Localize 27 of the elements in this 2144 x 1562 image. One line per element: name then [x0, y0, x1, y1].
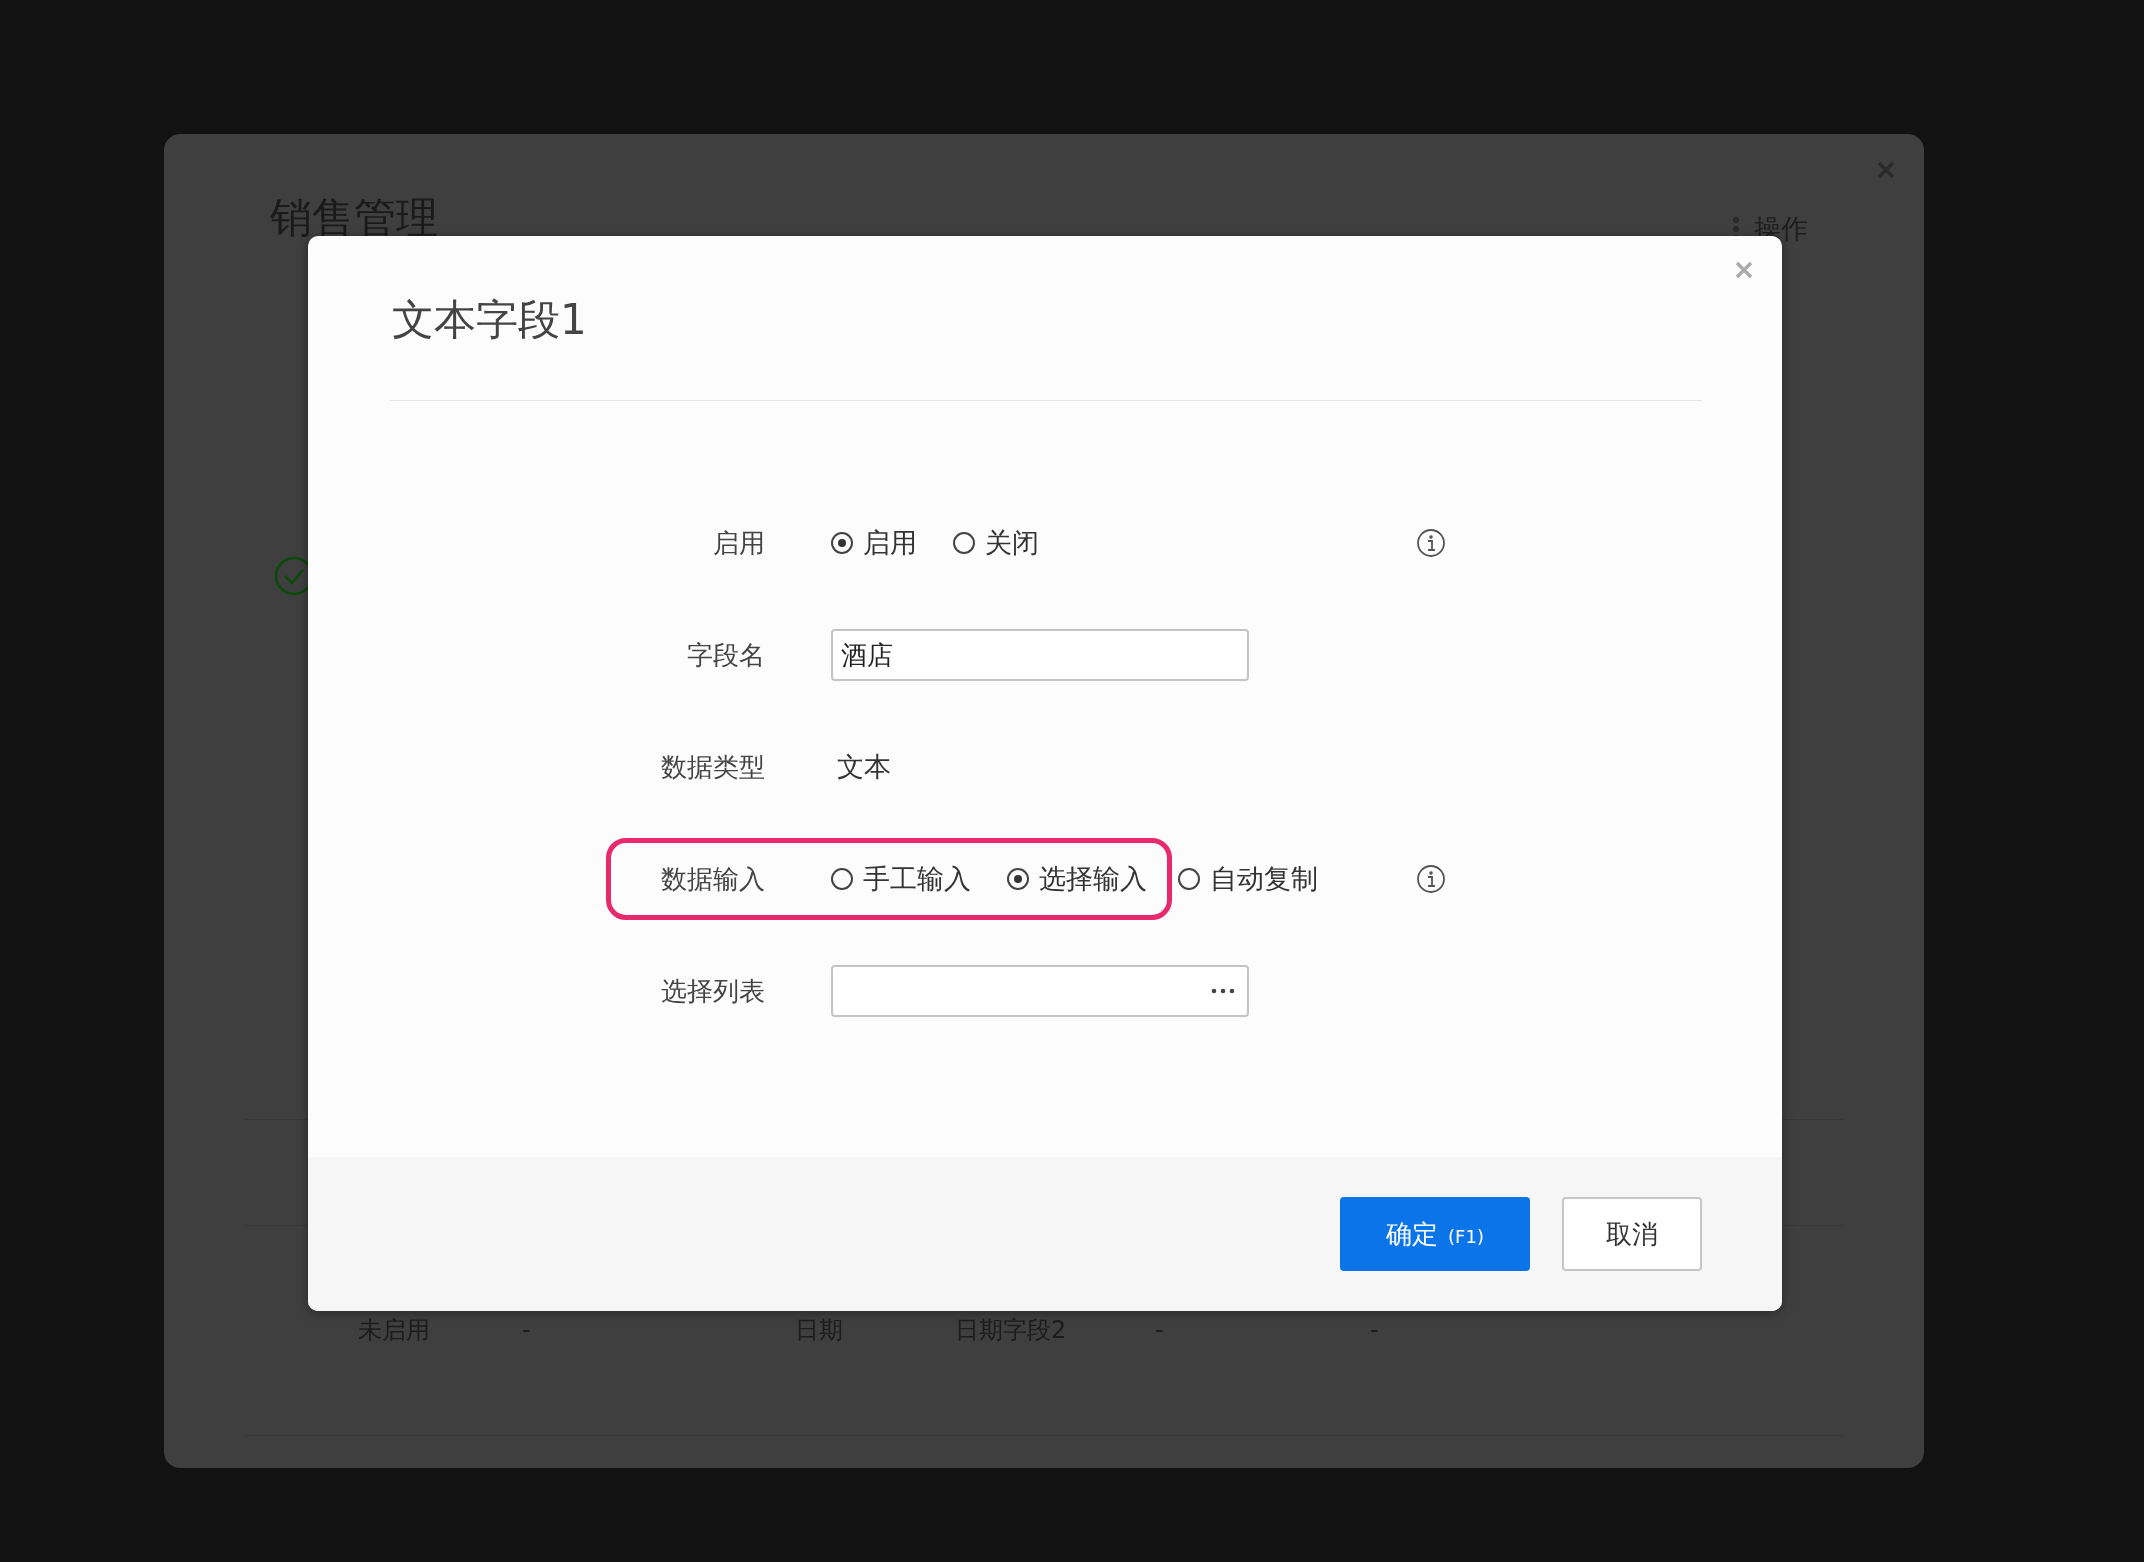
- radio-option[interactable]: 手工输入: [831, 861, 971, 897]
- radio-icon[interactable]: [831, 532, 853, 554]
- table-cell-text: -: [522, 1316, 532, 1344]
- select-list-field[interactable]: [831, 965, 1249, 1017]
- radio-option[interactable]: 关闭: [953, 525, 1039, 561]
- radio-option[interactable]: 选择输入: [1007, 861, 1147, 897]
- info-icon[interactable]: [1416, 528, 1446, 558]
- dialog-title: 文本字段1: [392, 295, 587, 344]
- table-cell-text: -: [1370, 1316, 1380, 1344]
- cancel-button[interactable]: 取消: [1562, 1197, 1702, 1271]
- radio-icon[interactable]: [953, 532, 975, 554]
- info-icon[interactable]: [1416, 864, 1446, 894]
- field-label: 数据输入: [660, 862, 765, 896]
- confirm-button[interactable]: 确定 (F1): [1340, 1197, 1530, 1271]
- radio-icon[interactable]: [1007, 868, 1029, 890]
- radio-option[interactable]: 自动复制: [1178, 861, 1318, 897]
- radio-icon[interactable]: [831, 868, 853, 890]
- field-label: 选择列表: [660, 974, 765, 1008]
- field-value: 文本: [836, 750, 891, 784]
- radio-option[interactable]: 启用: [831, 525, 917, 561]
- field-label: 字段名: [686, 638, 765, 672]
- more-icon[interactable]: [1211, 988, 1235, 994]
- radio-icon[interactable]: [1178, 868, 1200, 890]
- field-label: 数据类型: [660, 750, 765, 784]
- field-label: 启用: [712, 526, 765, 560]
- table-cell-text: -: [1155, 1316, 1165, 1344]
- name-input[interactable]: 酒店: [831, 629, 1249, 681]
